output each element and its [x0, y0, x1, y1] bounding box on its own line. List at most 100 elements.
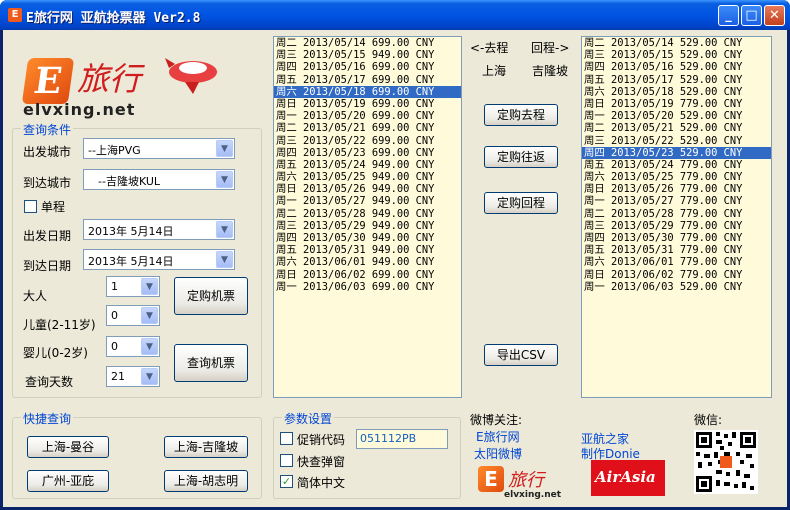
list-item[interactable]: 周六 2013/06/01 949.00 CNY [274, 256, 461, 268]
depart-date-label: 出发日期 [23, 229, 72, 243]
title-bar[interactable]: E E旅行网 亚航抢票器 Ver2.8 _ □ ✕ [0, 0, 790, 30]
book-return-button[interactable]: 定购回程 [484, 192, 558, 214]
list-item[interactable]: 周五 2013/05/17 699.00 CNY [274, 74, 461, 86]
list-item[interactable]: 周五 2013/05/31 949.00 CNY [274, 244, 461, 256]
simplified-chinese-checkbox[interactable]: ✓ [280, 475, 293, 488]
quick-shanghai-bangkok-button[interactable]: 上海-曼谷 [27, 436, 109, 458]
list-item[interactable]: 周三 2013/05/22 699.00 CNY [274, 135, 461, 147]
export-csv-button[interactable]: 导出CSV [484, 344, 558, 366]
arrive-city-select[interactable]: --吉隆坡KUL ▼ [83, 169, 235, 190]
list-item[interactable]: 周三 2013/05/22 529.00 CNY [582, 135, 771, 147]
close-button[interactable]: ✕ [764, 5, 785, 26]
simplified-chinese-label: 简体中文 [297, 476, 346, 490]
list-item[interactable]: 周五 2013/05/31 779.00 CNY [582, 244, 771, 256]
days-value: 21 [111, 370, 125, 383]
list-item[interactable]: 周三 2013/05/29 949.00 CNY [274, 220, 461, 232]
list-item[interactable]: 周六 2013/05/25 949.00 CNY [274, 171, 461, 183]
adult-select[interactable]: 1 ▼ [106, 276, 160, 297]
list-item[interactable]: 周三 2013/05/15 949.00 CNY [274, 49, 461, 61]
list-item[interactable]: 周日 2013/06/02 699.00 CNY [274, 269, 461, 281]
quick-guangzhou-kotakinabalu-button[interactable]: 广州-亚庇 [27, 470, 109, 492]
list-item[interactable]: 周六 2013/05/18 699.00 CNY [274, 85, 461, 98]
wechat-qr-code [694, 430, 758, 494]
list-item[interactable]: 周四 2013/05/16 529.00 CNY [582, 61, 771, 73]
return-date-value: 2013年 5月14日 [88, 255, 174, 268]
depart-city-select[interactable]: --上海PVG ▼ [83, 138, 235, 159]
list-item[interactable]: 周二 2013/05/28 949.00 CNY [274, 208, 461, 220]
list-item[interactable]: 周五 2013/05/17 529.00 CNY [582, 74, 771, 86]
depart-city-value: --上海PVG [88, 144, 141, 157]
chevron-down-icon: ▼ [141, 368, 158, 385]
list-item[interactable]: 周一 2013/05/20 699.00 CNY [274, 110, 461, 122]
minimize-button[interactable]: _ [718, 5, 739, 26]
list-item[interactable]: 周二 2013/05/14 529.00 CNY [582, 37, 771, 49]
list-item[interactable]: 周一 2013/06/03 699.00 CNY [274, 281, 461, 293]
list-item[interactable]: 周四 2013/05/23 699.00 CNY [274, 147, 461, 159]
outbound-city: 上海 [482, 64, 507, 78]
list-item[interactable]: 周日 2013/05/19 779.00 CNY [582, 98, 771, 110]
depart-date-picker[interactable]: 2013年 5月14日 ▼ [83, 219, 235, 240]
weibo-elvxing-link[interactable]: E旅行网 [476, 428, 520, 445]
promo-code-label: 促销代码 [297, 433, 346, 447]
list-item[interactable]: 周五 2013/05/24 779.00 CNY [582, 159, 771, 171]
list-item[interactable]: 周一 2013/06/03 529.00 CNY [582, 281, 771, 293]
arrive-city-value: --吉隆坡KUL [98, 175, 161, 188]
outbound-flight-list[interactable]: 周二 2013/05/14 699.00 CNY 周三 2013/05/15 94… [273, 36, 462, 398]
list-item[interactable]: 周三 2013/05/29 779.00 CNY [582, 220, 771, 232]
logo-english-text: elvxing.net [23, 100, 136, 119]
depart-date-value: 2013年 5月14日 [88, 225, 174, 238]
list-item[interactable]: 周一 2013/05/20 529.00 CNY [582, 110, 771, 122]
list-item[interactable]: 周四 2013/05/23 529.00 CNY [582, 146, 771, 159]
book-outbound-button[interactable]: 定购去程 [484, 104, 558, 126]
client-area: E 旅行 elvxing.net 查询条件 出发城市 --上海PVG ▼ 到达城… [3, 30, 787, 507]
days-select[interactable]: 21 ▼ [106, 366, 160, 387]
list-item[interactable]: 周二 2013/05/14 699.00 CNY [274, 37, 461, 49]
chevron-down-icon: ▼ [216, 140, 233, 157]
list-item[interactable]: 周六 2013/05/25 779.00 CNY [582, 171, 771, 183]
maximize-button[interactable]: □ [741, 5, 762, 26]
list-item[interactable]: 周日 2013/05/26 949.00 CNY [274, 183, 461, 195]
one-way-checkbox[interactable] [24, 200, 37, 213]
chevron-down-icon: ▼ [141, 338, 158, 355]
infant-select[interactable]: 0 ▼ [106, 336, 160, 357]
quick-shanghai-kualalumpur-button[interactable]: 上海-吉隆坡 [164, 436, 248, 458]
list-item[interactable]: 周二 2013/05/21 699.00 CNY [274, 122, 461, 134]
airasia-logo[interactable]: AirAsia [591, 460, 665, 496]
list-item[interactable]: 周日 2013/06/02 779.00 CNY [582, 269, 771, 281]
airplane-icon [165, 58, 217, 94]
list-item[interactable]: 周一 2013/05/27 949.00 CNY [274, 195, 461, 207]
footer-elvxing-logo: E 旅行 elvxing.net [476, 464, 572, 502]
list-item[interactable]: 周日 2013/05/19 699.00 CNY [274, 98, 461, 110]
days-label: 查询天数 [25, 375, 74, 389]
quick-shanghai-hochiminh-button[interactable]: 上海-胡志明 [164, 470, 248, 492]
quick-popup-label: 快查弹窗 [297, 455, 346, 469]
infant-value: 0 [111, 340, 118, 353]
child-value: 0 [111, 309, 118, 322]
list-item[interactable]: 周四 2013/05/16 699.00 CNY [274, 61, 461, 73]
return-date-picker[interactable]: 2013年 5月14日 ▼ [83, 249, 235, 270]
list-item[interactable]: 周四 2013/05/30 779.00 CNY [582, 232, 771, 244]
return-header: 回程-> [531, 41, 570, 55]
list-item[interactable]: 周六 2013/05/18 529.00 CNY [582, 86, 771, 98]
list-item[interactable]: 周二 2013/05/21 529.00 CNY [582, 122, 771, 134]
list-item[interactable]: 周日 2013/05/26 779.00 CNY [582, 183, 771, 195]
promo-code-checkbox[interactable] [280, 432, 293, 445]
list-item[interactable]: 周一 2013/05/27 779.00 CNY [582, 195, 771, 207]
list-item[interactable]: 周五 2013/05/24 949.00 CNY [274, 159, 461, 171]
book-ticket-button[interactable]: 定购机票 [174, 277, 248, 315]
weibo-taiyang-link[interactable]: 太阳微博 [474, 445, 522, 462]
window-title: E旅行网 亚航抢票器 Ver2.8 [26, 11, 201, 26]
outbound-header: <-去程 [470, 41, 509, 55]
depart-city-label: 出发城市 [23, 145, 72, 159]
list-item[interactable]: 周三 2013/05/15 529.00 CNY [582, 49, 771, 61]
promo-code-input[interactable]: 051112PB [356, 429, 448, 449]
return-flight-list[interactable]: 周二 2013/05/14 529.00 CNY 周三 2013/05/15 52… [581, 36, 772, 398]
app-icon: E [8, 8, 22, 22]
list-item[interactable]: 周四 2013/05/30 949.00 CNY [274, 232, 461, 244]
list-item[interactable]: 周二 2013/05/28 779.00 CNY [582, 208, 771, 220]
book-roundtrip-button[interactable]: 定购往返 [484, 146, 558, 168]
search-ticket-button[interactable]: 查询机票 [174, 344, 248, 382]
child-select[interactable]: 0 ▼ [106, 305, 160, 326]
quick-popup-checkbox[interactable] [280, 454, 293, 467]
list-item[interactable]: 周六 2013/06/01 779.00 CNY [582, 256, 771, 268]
